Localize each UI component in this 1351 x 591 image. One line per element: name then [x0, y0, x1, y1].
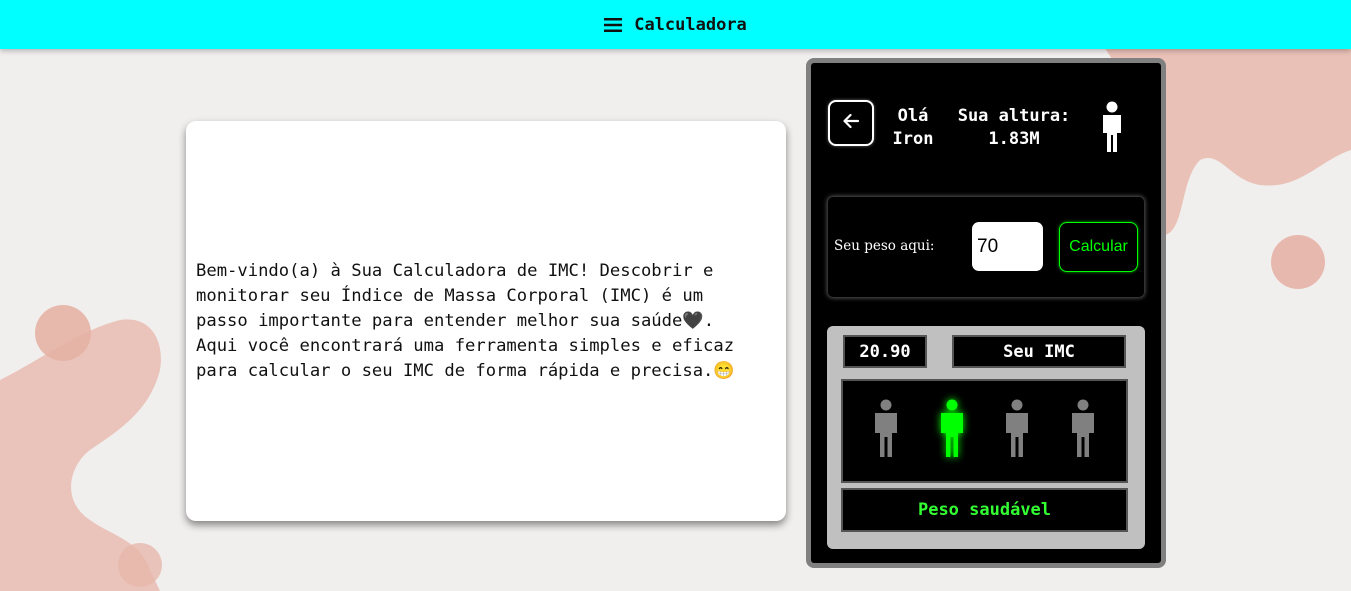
imc-label: Seu IMC — [952, 335, 1126, 368]
page-title: Calculadora — [634, 14, 747, 35]
greeting-hello: Olá — [897, 106, 929, 126]
result-box: 20.90 Seu IMC Peso saudável — [827, 326, 1145, 549]
person-icon-obese — [1070, 399, 1096, 463]
bmi-figures — [841, 379, 1128, 483]
hamburger-menu-icon[interactable] — [604, 17, 623, 32]
person-icon — [1100, 101, 1124, 157]
weight-input[interactable] — [972, 222, 1043, 271]
weight-form: Seu peso aqui: Calcular — [827, 196, 1145, 298]
back-button[interactable] — [828, 100, 874, 146]
bmi-status: Peso saudável — [841, 488, 1128, 532]
greeting: Olá Iron — [888, 105, 938, 151]
calculator-panel: Olá Iron Sua altura: 1.83M Seu peso aqui… — [806, 58, 1166, 568]
person-icon-healthy — [939, 399, 965, 463]
weight-label: Seu peso aqui: — [834, 238, 935, 254]
user-name: Iron — [892, 129, 934, 149]
welcome-text: Bem-vindo(a) à Sua Calculadora de IMC! D… — [196, 260, 735, 381]
person-icon-overweight — [1004, 399, 1030, 463]
person-icon-underweight — [873, 399, 899, 463]
height-label: Sua altura: — [957, 106, 1071, 126]
welcome-card: Bem-vindo(a) à Sua Calculadora de IMC! D… — [186, 121, 786, 521]
top-bar: Calculadora — [0, 0, 1351, 49]
height-value: 1.83M — [988, 129, 1040, 149]
imc-value: 20.90 — [843, 335, 927, 368]
calculate-button[interactable]: Calcular — [1059, 222, 1138, 272]
arrow-left-icon — [841, 111, 861, 135]
height-info: Sua altura: 1.83M — [949, 105, 1079, 151]
